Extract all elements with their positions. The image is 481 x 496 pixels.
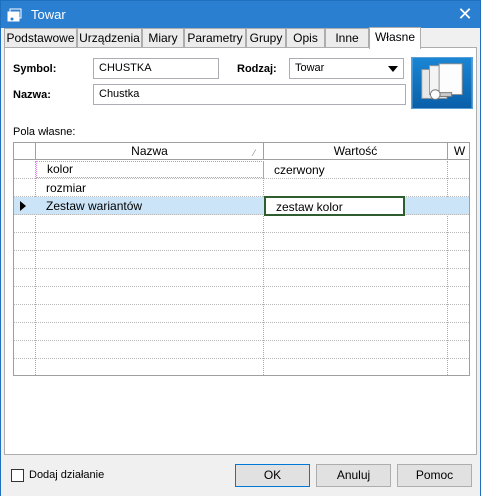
nazwa-field[interactable]: Chustka xyxy=(93,84,406,105)
add-action-checkbox[interactable] xyxy=(11,469,24,482)
table-row-empty xyxy=(14,341,469,359)
close-icon[interactable]: ✕ xyxy=(450,1,480,28)
rodzaj-select[interactable]: Towar xyxy=(289,58,404,79)
row-value-editor[interactable]: zestaw kolor xyxy=(264,196,405,216)
nazwa-label: Nazwa: xyxy=(13,89,51,101)
tab-parametry[interactable]: Parametry xyxy=(184,28,246,48)
table-row-empty xyxy=(14,215,469,233)
tab-wlasne[interactable]: Własne xyxy=(369,27,421,49)
row-name[interactable]: Zestaw wariantów xyxy=(36,197,264,215)
row-value[interactable] xyxy=(264,179,448,197)
header-nazwa-label: Nazwa xyxy=(131,144,168,158)
tab-miary[interactable]: Miary xyxy=(142,28,184,48)
tab-urzadzenia[interactable]: Urządzenia xyxy=(77,28,142,48)
tab-grupy[interactable]: Grupy xyxy=(246,28,286,48)
header-wartosc[interactable]: Wartość xyxy=(264,143,448,160)
tab-opis[interactable]: Opis xyxy=(286,28,325,48)
tab-strip: Podstawowe Urządzenia Miary Parametry Gr… xyxy=(4,27,479,49)
row-name[interactable]: rozmiar xyxy=(36,179,264,197)
table-row[interactable]: rozmiar xyxy=(14,179,469,197)
dialog-footer: Dodaj działanie OK Anuluj Pomoc xyxy=(1,456,480,496)
symbol-label: Symbol: xyxy=(13,63,57,75)
tab-inne[interactable]: Inne xyxy=(325,28,369,48)
table-row-empty xyxy=(14,359,469,375)
product-dialog: Towar ✕ Podstawowe Urządzenia Miary Para… xyxy=(0,0,481,496)
add-action-label: Dodaj działanie xyxy=(29,469,105,481)
title-bar: Towar ✕ xyxy=(1,1,480,28)
cancel-button[interactable]: Anuluj xyxy=(316,464,391,487)
symbol-field[interactable]: CHUSTKA xyxy=(93,58,219,79)
sort-icon: ⁄ xyxy=(253,148,255,158)
help-button[interactable]: Pomoc xyxy=(397,464,472,487)
product-illustration-icon xyxy=(411,57,473,109)
header-w[interactable]: W xyxy=(448,143,469,160)
rodzaj-label: Rodzaj: xyxy=(237,63,277,75)
tab-podstawowe[interactable]: Podstawowe xyxy=(4,28,77,48)
table-row[interactable]: kolor czerwony xyxy=(14,161,469,179)
row-value[interactable]: czerwony xyxy=(264,161,448,179)
table-row-empty xyxy=(14,251,469,269)
table-row-empty xyxy=(14,269,469,287)
table-row-empty xyxy=(14,233,469,251)
table-row-selected[interactable]: Zestaw wariantów zestaw kolor xyxy=(14,196,469,216)
grid-header: Nazwa ⁄ Wartość W xyxy=(14,143,469,160)
rodzaj-value: Towar xyxy=(295,62,325,74)
table-row-empty xyxy=(14,287,469,305)
current-row-icon xyxy=(20,201,26,211)
product-icon xyxy=(7,8,22,22)
custom-fields-grid: Nazwa ⁄ Wartość W kolor czerwony rozmiar… xyxy=(13,142,470,376)
ok-button[interactable]: OK xyxy=(235,464,310,487)
window-title: Towar xyxy=(31,7,66,22)
custom-fields-label: Pola własne: xyxy=(13,126,76,138)
table-row-empty xyxy=(14,323,469,341)
header-nazwa[interactable]: Nazwa ⁄ xyxy=(36,143,264,160)
row-name[interactable]: kolor xyxy=(36,161,264,178)
table-row-empty xyxy=(14,305,469,323)
header-indicator-column xyxy=(14,143,36,160)
chevron-down-icon xyxy=(388,66,398,72)
